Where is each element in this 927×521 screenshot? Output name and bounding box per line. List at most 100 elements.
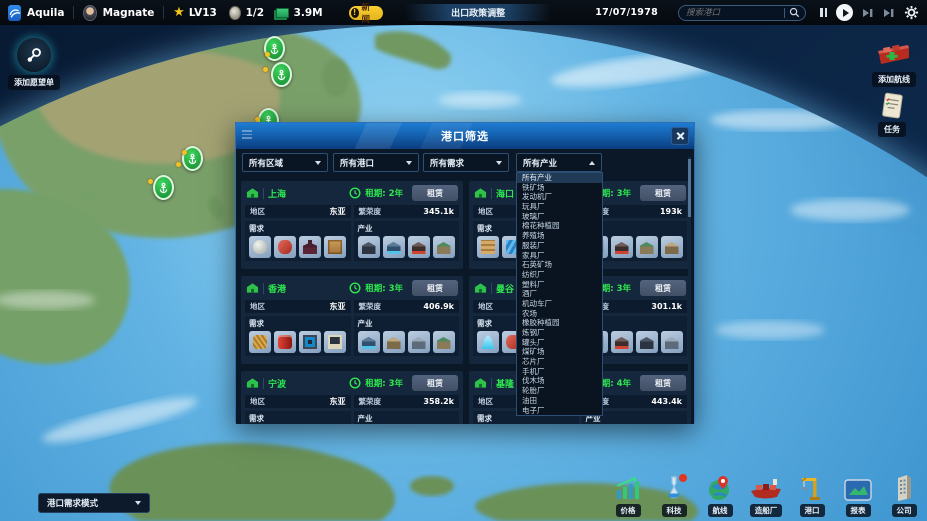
port-demand-mode-select[interactable]: 港口需求模式 bbox=[38, 493, 150, 513]
wheat-icon bbox=[249, 331, 271, 353]
industry-option[interactable]: 芯片厂 bbox=[517, 357, 602, 367]
industry-option[interactable]: 石英矿场 bbox=[517, 260, 602, 270]
demand-label: 需求 bbox=[249, 413, 347, 424]
industry-option[interactable]: 铁矿场 bbox=[517, 183, 602, 193]
industry-option[interactable]: 橡胶种植园 bbox=[517, 318, 602, 328]
industry-option[interactable]: 农场 bbox=[517, 309, 602, 319]
prosperity-label: 繁荣度 bbox=[359, 301, 382, 312]
chevron-up-icon bbox=[589, 161, 595, 165]
city-dot bbox=[176, 162, 181, 167]
industry-option[interactable]: 服装厂 bbox=[517, 241, 602, 251]
news-badge[interactable]: ! 新闻 bbox=[349, 6, 383, 20]
industry-option[interactable]: 养殖场 bbox=[517, 231, 602, 241]
prosperity-value: 301.1k bbox=[651, 302, 682, 311]
search-input[interactable] bbox=[684, 7, 780, 19]
port-name: 香港 bbox=[268, 282, 286, 295]
settings-gear-icon[interactable] bbox=[904, 5, 919, 20]
port-search-box bbox=[678, 5, 806, 21]
port-filter-modal: 港口筛选 所有区域 所有港口 所有需求 所有产业 上海租期: 2年租赁 地区东亚… bbox=[235, 122, 695, 423]
close-icon[interactable] bbox=[671, 127, 689, 145]
rent-button[interactable]: 租赁 bbox=[412, 185, 458, 201]
news-ticker[interactable]: 出口政策调整 bbox=[405, 4, 551, 21]
modal-scrollbar[interactable] bbox=[688, 157, 691, 417]
company-logo-icon[interactable] bbox=[8, 5, 21, 21]
speed2-button[interactable] bbox=[862, 8, 874, 18]
industry-option[interactable]: 煤矿场 bbox=[517, 347, 602, 357]
play-button[interactable] bbox=[836, 4, 853, 21]
rent-button[interactable]: 租赁 bbox=[640, 375, 686, 391]
industry-option[interactable]: 酒厂 bbox=[517, 289, 602, 299]
add-route-widget[interactable]: 添加航线 bbox=[872, 40, 916, 87]
industry-option[interactable]: 轮胎厂 bbox=[517, 386, 602, 396]
prosperity-label: 繁荣度 bbox=[359, 396, 382, 407]
industry-option[interactable]: 家具厂 bbox=[517, 251, 602, 261]
demand-filter-select[interactable]: 所有需求 bbox=[423, 153, 509, 172]
region-label: 地区 bbox=[478, 301, 493, 312]
task-note-icon[interactable] bbox=[880, 92, 904, 120]
industry-option[interactable]: 玻璃厂 bbox=[517, 212, 602, 222]
industry-filter-select[interactable]: 所有产业 bbox=[516, 153, 602, 172]
barrel-icon bbox=[274, 331, 296, 353]
steam-icon[interactable] bbox=[17, 38, 51, 72]
chevron-down-icon bbox=[315, 161, 321, 165]
tasks-widget[interactable]: 任务 bbox=[878, 92, 906, 137]
search-icon[interactable] bbox=[789, 7, 800, 18]
region-value: 东亚 bbox=[330, 206, 346, 217]
port-marker[interactable] bbox=[153, 175, 174, 200]
rent-button[interactable]: 租赁 bbox=[412, 280, 458, 296]
industry-option[interactable]: 所有产业 bbox=[517, 173, 602, 183]
globe-pin-icon bbox=[706, 474, 734, 502]
port-filter-select[interactable]: 所有港口 bbox=[333, 153, 419, 172]
toolbar-reports[interactable]: 报表 bbox=[841, 478, 875, 517]
industry-option[interactable]: 罐头厂 bbox=[517, 338, 602, 348]
add-route-ship-icon[interactable] bbox=[875, 40, 913, 70]
chip-icon bbox=[299, 331, 321, 353]
chevron-down-icon bbox=[135, 501, 141, 505]
toolbar-label: 科技 bbox=[662, 504, 687, 517]
industry-option[interactable]: 手机厂 bbox=[517, 367, 602, 377]
speed3-button[interactable] bbox=[883, 8, 895, 18]
industry-option[interactable]: 棉花种植园 bbox=[517, 221, 602, 231]
region-filter-select[interactable]: 所有区域 bbox=[242, 153, 328, 172]
city-dot bbox=[148, 179, 153, 184]
add-route-label: 添加航线 bbox=[872, 72, 916, 87]
toolbar-technology[interactable]: 科技 bbox=[657, 474, 691, 517]
scrollbar-thumb[interactable] bbox=[688, 159, 691, 217]
port-building-icon bbox=[246, 187, 259, 199]
port-card: 香港租期: 3年租赁 地区东亚繁荣度406.9k 需求产业 bbox=[241, 276, 463, 364]
port-marker[interactable] bbox=[264, 36, 285, 61]
chevron-down-icon bbox=[496, 161, 502, 165]
industry-option[interactable]: 机动车厂 bbox=[517, 299, 602, 309]
industry-option[interactable]: 塑料厂 bbox=[517, 280, 602, 290]
port-marker[interactable] bbox=[271, 62, 292, 87]
rent-button[interactable]: 租赁 bbox=[640, 185, 686, 201]
industry-option[interactable]: 纺织厂 bbox=[517, 270, 602, 280]
pause-button[interactable] bbox=[820, 8, 827, 17]
industry-option[interactable]: 玩具厂 bbox=[517, 202, 602, 212]
toolbar-label: 报表 bbox=[846, 504, 871, 517]
industry-option[interactable]: 发动机厂 bbox=[517, 192, 602, 202]
rent-button[interactable]: 租赁 bbox=[640, 280, 686, 296]
alert-icon: ! bbox=[351, 8, 359, 18]
factory-grey-icon bbox=[408, 331, 430, 353]
wishlist-widget[interactable]: 添加愿望单 bbox=[8, 38, 60, 90]
toolbar-label: 港口 bbox=[800, 504, 825, 517]
factory-red-icon bbox=[611, 236, 633, 258]
port-name: 宁波 bbox=[268, 377, 286, 390]
player-avatar[interactable] bbox=[83, 5, 96, 21]
industry-option[interactable]: 油田 bbox=[517, 396, 602, 406]
rent-button[interactable]: 租赁 bbox=[412, 375, 458, 391]
toolbar-shipyard[interactable]: 造船厂 bbox=[749, 476, 783, 517]
region-label: 地区 bbox=[478, 396, 493, 407]
toolbar-routes[interactable]: 航线 bbox=[703, 474, 737, 517]
report-icon bbox=[843, 478, 873, 502]
toolbar-port[interactable]: 港口 bbox=[795, 474, 829, 517]
industry-option[interactable]: 炼钢厂 bbox=[517, 328, 602, 338]
top-bar: Aquila Magnate ★ LV13 1/2 3.9M ! 新闻 出口政策… bbox=[0, 0, 927, 25]
toolbar-prices[interactable]: 价格 bbox=[611, 476, 645, 517]
industry-option[interactable]: 电子厂 bbox=[517, 406, 602, 416]
industry-label: 产业 bbox=[358, 413, 456, 424]
industry-option[interactable]: 伐木场 bbox=[517, 376, 602, 386]
flask-icon bbox=[660, 474, 688, 502]
toolbar-company[interactable]: 公司 bbox=[887, 474, 921, 517]
